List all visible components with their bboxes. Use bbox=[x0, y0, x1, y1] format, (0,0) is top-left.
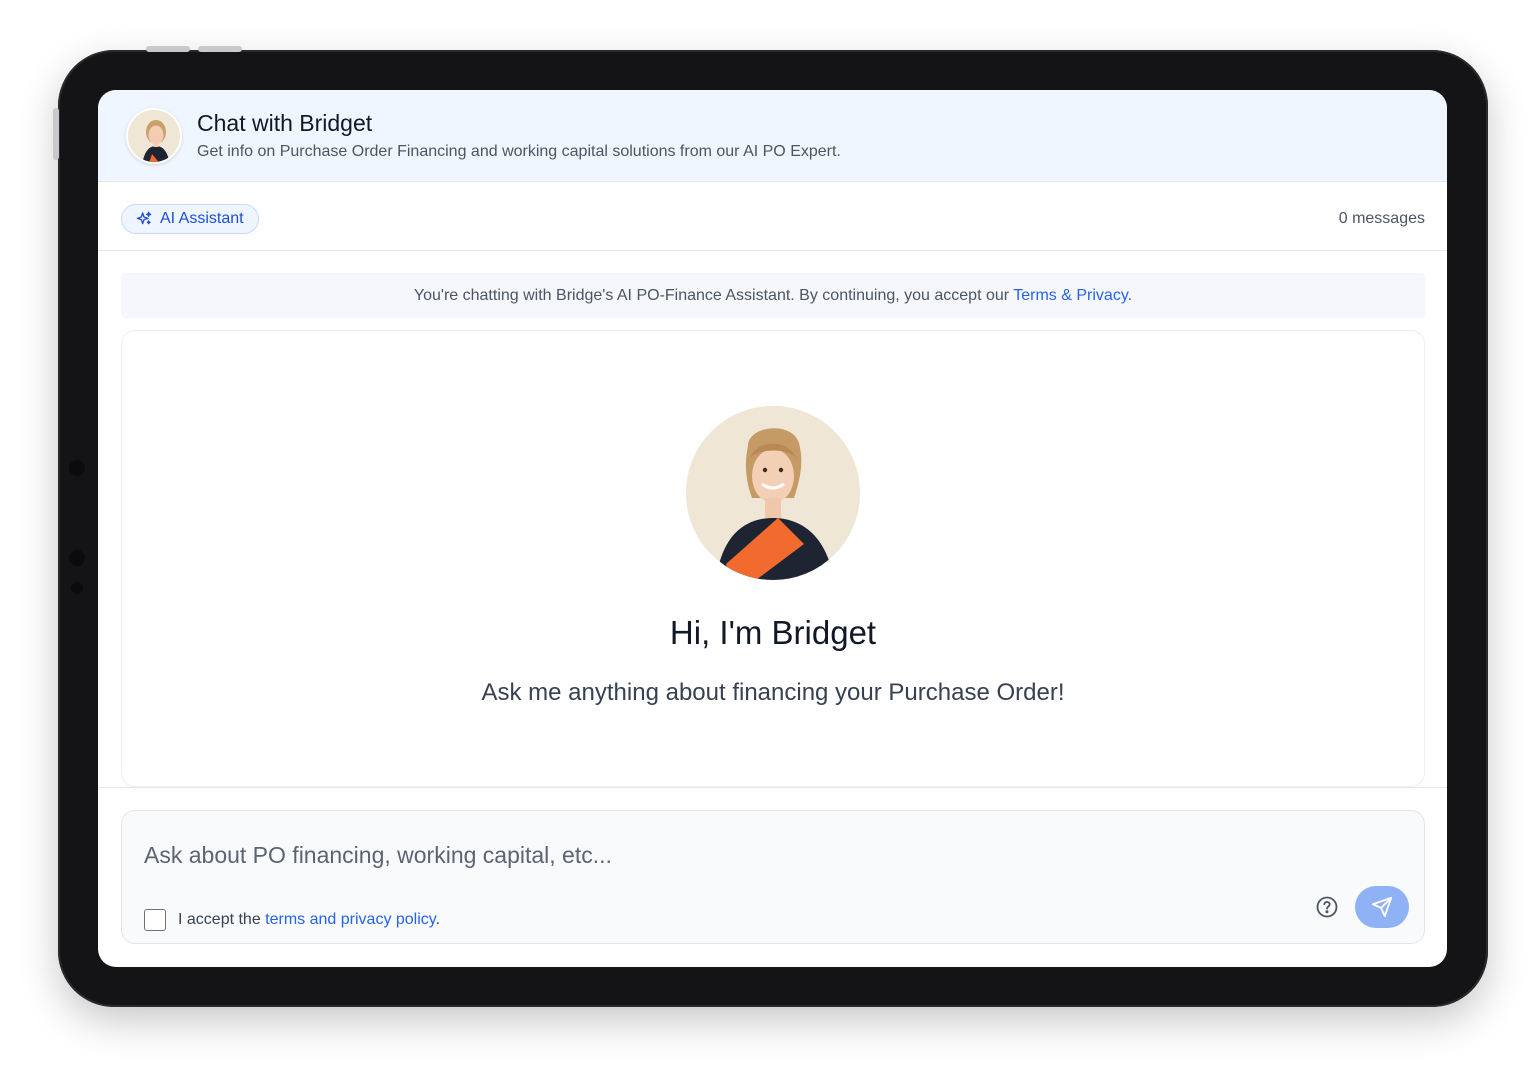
bridget-avatar-large bbox=[686, 406, 860, 580]
chat-screen: Chat with Bridget Get info on Purchase O… bbox=[98, 90, 1447, 967]
bridget-avatar bbox=[126, 108, 182, 164]
device-sensor bbox=[69, 550, 85, 566]
accept-suffix: . bbox=[435, 911, 441, 928]
terms-policy-link[interactable]: terms and privacy policy bbox=[265, 911, 435, 928]
device-button bbox=[146, 46, 190, 52]
message-input[interactable] bbox=[144, 835, 1144, 875]
chat-header: Chat with Bridget Get info on Purchase O… bbox=[98, 90, 1447, 182]
ai-assistant-badge: AI Assistant bbox=[121, 204, 259, 234]
accept-terms-row: I accept the terms and privacy policy. bbox=[144, 909, 440, 931]
send-icon bbox=[1371, 896, 1393, 918]
message-area: Hi, I'm Bridget Ask me anything about fi… bbox=[121, 330, 1425, 787]
device-button bbox=[198, 46, 242, 52]
welcome-subtitle: Ask me anything about financing your Pur… bbox=[481, 679, 1065, 706]
help-button[interactable] bbox=[1315, 895, 1339, 919]
terms-privacy-link[interactable]: Terms & Privacy bbox=[1013, 287, 1127, 304]
page-title: Chat with Bridget bbox=[197, 110, 373, 136]
terms-notice: You're chatting with Bridge's AI PO-Fina… bbox=[121, 273, 1425, 318]
composer-divider bbox=[98, 787, 1447, 788]
notice-text: You're chatting with Bridge's AI PO-Fina… bbox=[413, 287, 1014, 304]
accept-terms-checkbox[interactable] bbox=[144, 909, 166, 931]
send-button[interactable] bbox=[1355, 886, 1409, 928]
ai-assistant-label: AI Assistant bbox=[160, 210, 244, 227]
device-sensor bbox=[71, 582, 83, 594]
accept-prefix: I accept the bbox=[178, 911, 266, 928]
chat-toolbar: AI Assistant 0 messages bbox=[98, 182, 1447, 251]
sparkles-icon bbox=[136, 211, 152, 225]
accept-terms-label: I accept the terms and privacy policy. bbox=[178, 911, 440, 929]
welcome-title: Hi, I'm Bridget bbox=[669, 614, 877, 651]
message-composer: I accept the terms and privacy policy. bbox=[121, 810, 1425, 944]
question-circle-icon bbox=[1316, 896, 1338, 918]
message-count: 0 messages bbox=[1338, 210, 1425, 227]
notice-suffix: . bbox=[1127, 287, 1133, 304]
device-button bbox=[53, 108, 59, 160]
page-subtitle: Get info on Purchase Order Financing and… bbox=[197, 143, 841, 160]
device-camera bbox=[69, 460, 85, 476]
